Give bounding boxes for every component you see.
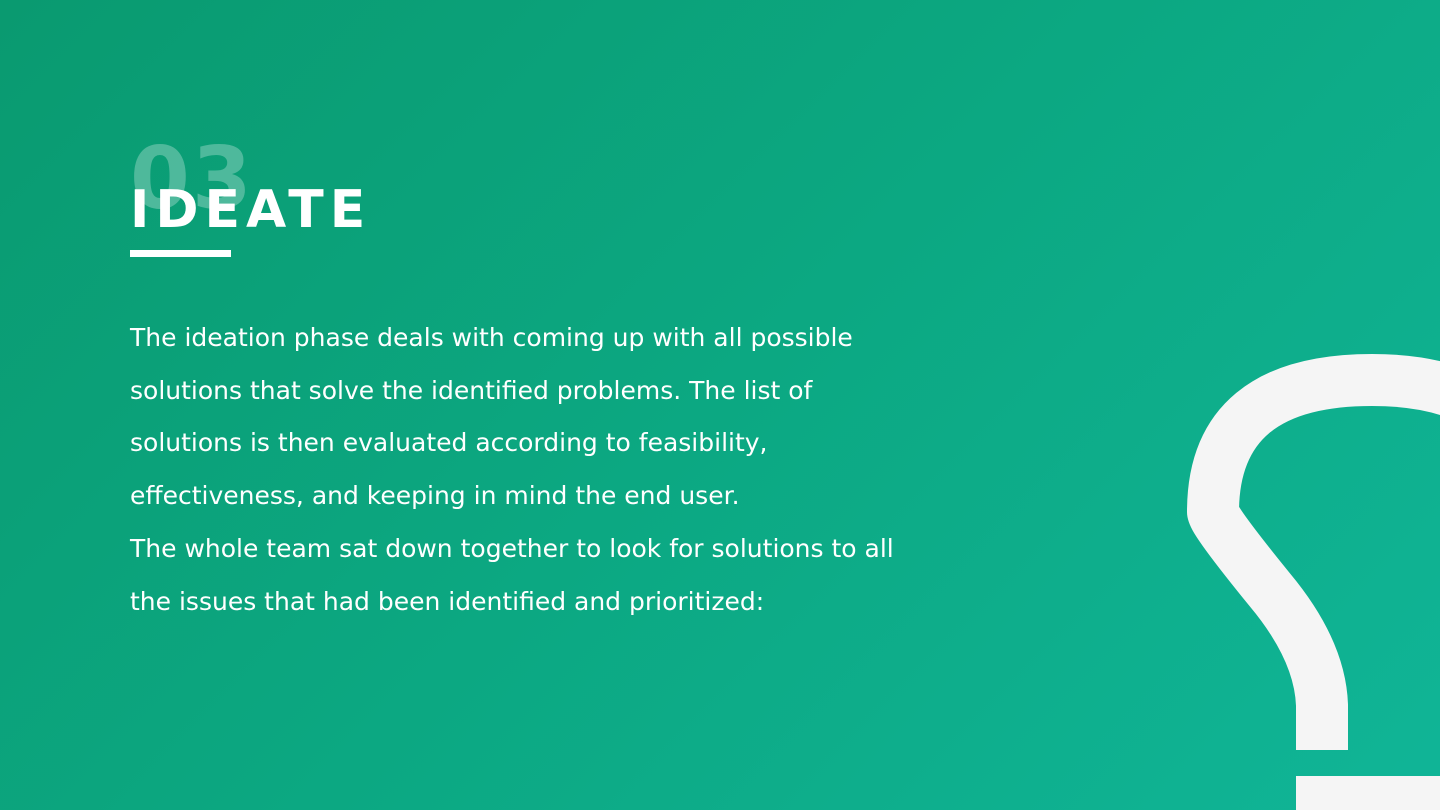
body-text: The ideation phase deals with coming up … bbox=[130, 312, 920, 628]
title-underline bbox=[130, 250, 231, 257]
body-paragraph-1: The ideation phase deals with coming up … bbox=[130, 323, 853, 511]
lightbulb-icon bbox=[1187, 354, 1440, 810]
step-title: IDEATE bbox=[130, 180, 372, 240]
body-paragraph-2: The whole team sat down together to look… bbox=[130, 533, 894, 616]
lightbulb-base bbox=[1296, 776, 1440, 810]
slide: 03 IDEATE The ideation phase deals with … bbox=[0, 0, 1440, 810]
lightbulb-outline bbox=[1187, 354, 1440, 750]
lightbulb-neck bbox=[1395, 600, 1440, 700]
